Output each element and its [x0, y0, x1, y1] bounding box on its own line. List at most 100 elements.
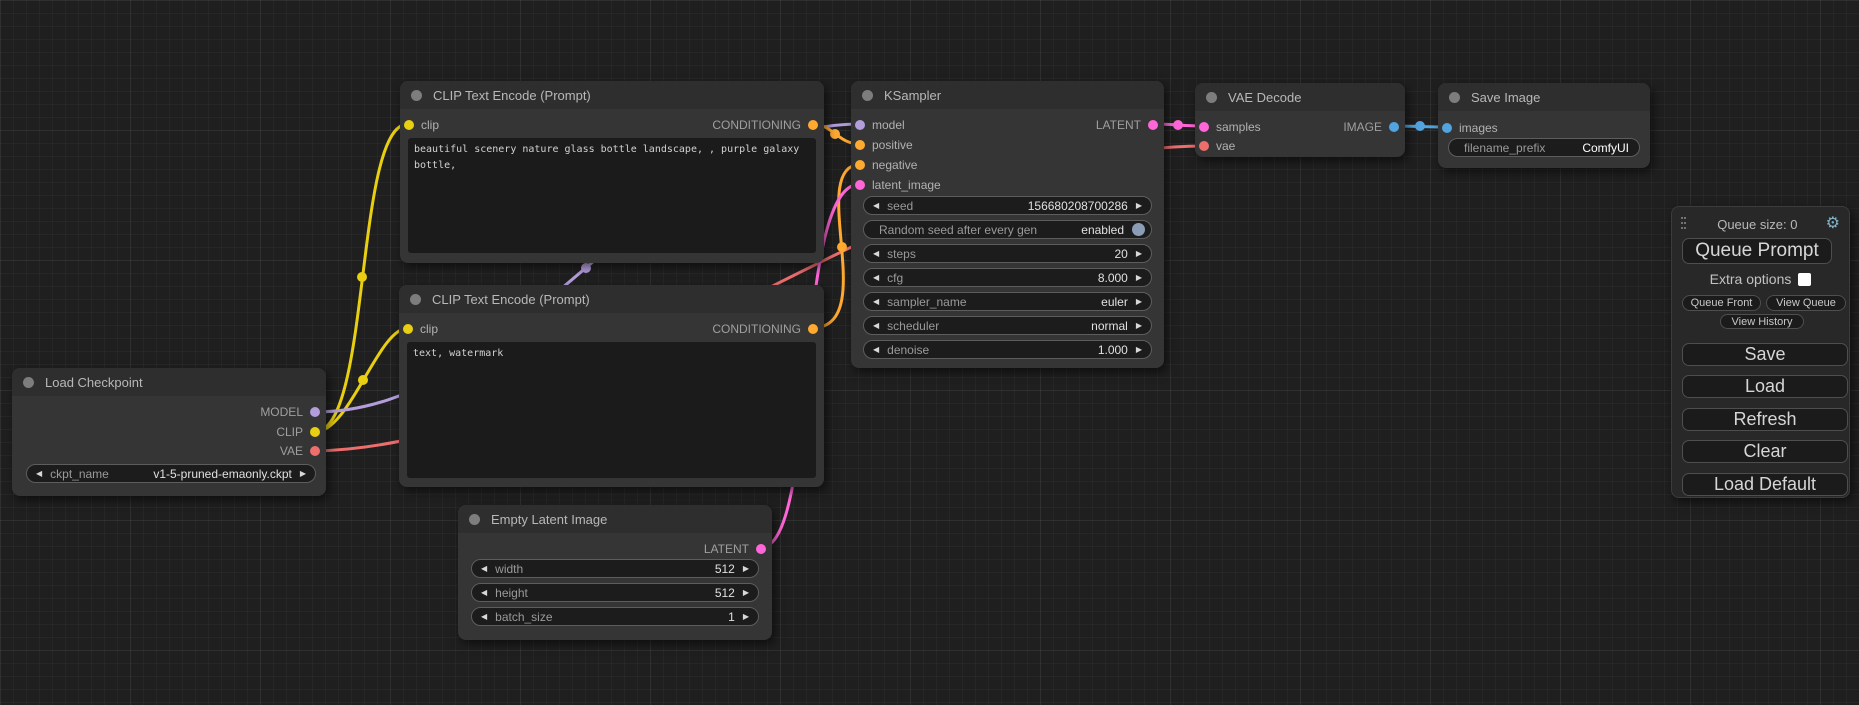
node-graph-canvas[interactable]: Load Checkpoint MODEL CLIP VAE ◀ ckpt_na…: [0, 0, 1859, 705]
collapse-dot-icon[interactable]: [23, 377, 34, 388]
cfg-widget[interactable]: ◀ cfg 8.000 ▶: [863, 268, 1152, 287]
increment-arrow-icon[interactable]: ▶: [743, 565, 749, 573]
negative-prompt-textarea[interactable]: text, watermark: [407, 342, 816, 478]
denoise-widget[interactable]: ◀ denoise 1.000 ▶: [863, 340, 1152, 359]
node-title-bar[interactable]: KSampler: [851, 81, 1164, 109]
decrement-arrow-icon[interactable]: ◀: [873, 322, 879, 330]
positive-prompt-textarea[interactable]: beautiful scenery nature glass bottle la…: [408, 138, 816, 253]
collapse-dot-icon[interactable]: [1449, 92, 1460, 103]
vae-output-port[interactable]: [310, 446, 320, 456]
node-save-image[interactable]: Save Image images filename_prefix ComfyU…: [1438, 83, 1650, 168]
image-output-port[interactable]: [1389, 122, 1399, 132]
increment-arrow-icon[interactable]: ▶: [1136, 346, 1142, 354]
queue-prompt-button[interactable]: Queue Prompt: [1682, 238, 1832, 264]
random-seed-toggle-widget[interactable]: Random seed after every gen enabled: [863, 220, 1152, 239]
clip-input-port[interactable]: [403, 324, 413, 334]
node-title-bar[interactable]: Load Checkpoint: [12, 368, 326, 396]
view-history-button[interactable]: View History: [1720, 314, 1804, 329]
drag-handle-icon[interactable]: [1681, 217, 1689, 232]
clip-input-port[interactable]: [404, 120, 414, 130]
input-positive: positive: [855, 139, 920, 151]
decrement-arrow-icon[interactable]: ◀: [481, 589, 487, 597]
decrement-arrow-icon[interactable]: ◀: [873, 274, 879, 282]
link-midpoint-dot[interactable]: [358, 375, 368, 385]
decrement-arrow-icon[interactable]: ◀: [873, 298, 879, 306]
clear-button[interactable]: Clear: [1682, 440, 1848, 463]
node-title-bar[interactable]: Empty Latent Image: [458, 505, 772, 533]
node-load-checkpoint[interactable]: Load Checkpoint MODEL CLIP VAE ◀ ckpt_na…: [12, 368, 326, 496]
node-title-bar[interactable]: Save Image: [1438, 83, 1650, 111]
node-ksampler[interactable]: KSampler model positive negative latent_…: [851, 81, 1164, 368]
batch-size-widget[interactable]: ◀ batch_size 1 ▶: [471, 607, 759, 626]
save-button[interactable]: Save: [1682, 343, 1848, 366]
decrement-arrow-icon[interactable]: ◀: [873, 202, 879, 210]
collapse-dot-icon[interactable]: [410, 294, 421, 305]
sampler-name-widget[interactable]: ◀ sampler_name euler ▶: [863, 292, 1152, 311]
node-title: Empty Latent Image: [491, 512, 607, 527]
increment-arrow-icon[interactable]: ▶: [1136, 298, 1142, 306]
scheduler-widget[interactable]: ◀ scheduler normal ▶: [863, 316, 1152, 335]
node-title-bar[interactable]: CLIP Text Encode (Prompt): [399, 285, 824, 313]
link-midpoint-dot[interactable]: [581, 263, 591, 273]
node-vae-decode[interactable]: VAE Decode samples vae IMAGE: [1195, 83, 1405, 157]
collapse-dot-icon[interactable]: [411, 90, 422, 101]
vae-input-port[interactable]: [1199, 141, 1209, 151]
decrement-arrow-icon[interactable]: ◀: [481, 613, 487, 621]
output-model: MODEL: [253, 406, 320, 418]
link-midpoint-dot[interactable]: [357, 272, 367, 282]
increment-arrow-icon[interactable]: ▶: [1136, 274, 1142, 282]
latent-output-port[interactable]: [1148, 120, 1158, 130]
link-midpoint-dot[interactable]: [837, 242, 847, 252]
node-title-bar[interactable]: CLIP Text Encode (Prompt): [400, 81, 824, 109]
node-title-bar[interactable]: VAE Decode: [1195, 83, 1405, 111]
increment-arrow-icon[interactable]: ▶: [300, 470, 306, 478]
output-conditioning: CONDITIONING: [705, 119, 818, 131]
refresh-button[interactable]: Refresh: [1682, 408, 1848, 431]
images-input-port[interactable]: [1442, 123, 1452, 133]
steps-widget[interactable]: ◀ steps 20 ▶: [863, 244, 1152, 263]
link-midpoint-dot[interactable]: [830, 129, 840, 139]
output-vae: VAE: [273, 445, 320, 457]
increment-arrow-icon[interactable]: ▶: [1136, 250, 1142, 258]
width-widget[interactable]: ◀ width 512 ▶: [471, 559, 759, 578]
link-midpoint-dot[interactable]: [1173, 120, 1183, 130]
decrement-arrow-icon[interactable]: ◀: [481, 565, 487, 573]
increment-arrow-icon[interactable]: ▶: [743, 589, 749, 597]
decrement-arrow-icon[interactable]: ◀: [873, 250, 879, 258]
input-vae: vae: [1199, 140, 1242, 152]
ckpt-name-widget[interactable]: ◀ ckpt_name v1-5-pruned-emaonly.ckpt ▶: [26, 464, 316, 483]
queue-front-button[interactable]: Queue Front: [1682, 295, 1761, 311]
node-empty-latent-image[interactable]: Empty Latent Image LATENT ◀ width 512 ▶ …: [458, 505, 772, 640]
positive-input-port[interactable]: [855, 140, 865, 150]
output-latent: LATENT: [697, 543, 766, 555]
model-input-port[interactable]: [855, 120, 865, 130]
toggle-indicator-icon[interactable]: [1132, 223, 1145, 236]
latent-output-port[interactable]: [756, 544, 766, 554]
collapse-dot-icon[interactable]: [862, 90, 873, 101]
link-midpoint-dot[interactable]: [1415, 121, 1425, 131]
view-queue-button[interactable]: View Queue: [1766, 295, 1846, 311]
collapse-dot-icon[interactable]: [1206, 92, 1217, 103]
samples-input-port[interactable]: [1199, 122, 1209, 132]
conditioning-output-port[interactable]: [808, 324, 818, 334]
load-default-button[interactable]: Load Default: [1682, 473, 1848, 496]
height-widget[interactable]: ◀ height 512 ▶: [471, 583, 759, 602]
decrement-arrow-icon[interactable]: ◀: [873, 346, 879, 354]
conditioning-output-port[interactable]: [808, 120, 818, 130]
increment-arrow-icon[interactable]: ▶: [1136, 322, 1142, 330]
node-clip-text-encode-negative[interactable]: CLIP Text Encode (Prompt) clip CONDITION…: [399, 285, 824, 487]
model-output-port[interactable]: [310, 407, 320, 417]
clip-output-port[interactable]: [310, 427, 320, 437]
load-button[interactable]: Load: [1682, 375, 1848, 398]
extra-options-checkbox[interactable]: [1798, 273, 1811, 286]
increment-arrow-icon[interactable]: ▶: [743, 613, 749, 621]
settings-gear-icon[interactable]: ⚙: [1826, 216, 1840, 232]
decrement-arrow-icon[interactable]: ◀: [36, 470, 42, 478]
node-clip-text-encode-positive[interactable]: CLIP Text Encode (Prompt) clip CONDITION…: [400, 81, 824, 263]
negative-input-port[interactable]: [855, 160, 865, 170]
latent-input-port[interactable]: [855, 180, 865, 190]
filename-prefix-widget[interactable]: filename_prefix ComfyUI: [1448, 138, 1640, 157]
seed-widget[interactable]: ◀ seed 156680208700286 ▶: [863, 196, 1152, 215]
collapse-dot-icon[interactable]: [469, 514, 480, 525]
increment-arrow-icon[interactable]: ▶: [1136, 202, 1142, 210]
